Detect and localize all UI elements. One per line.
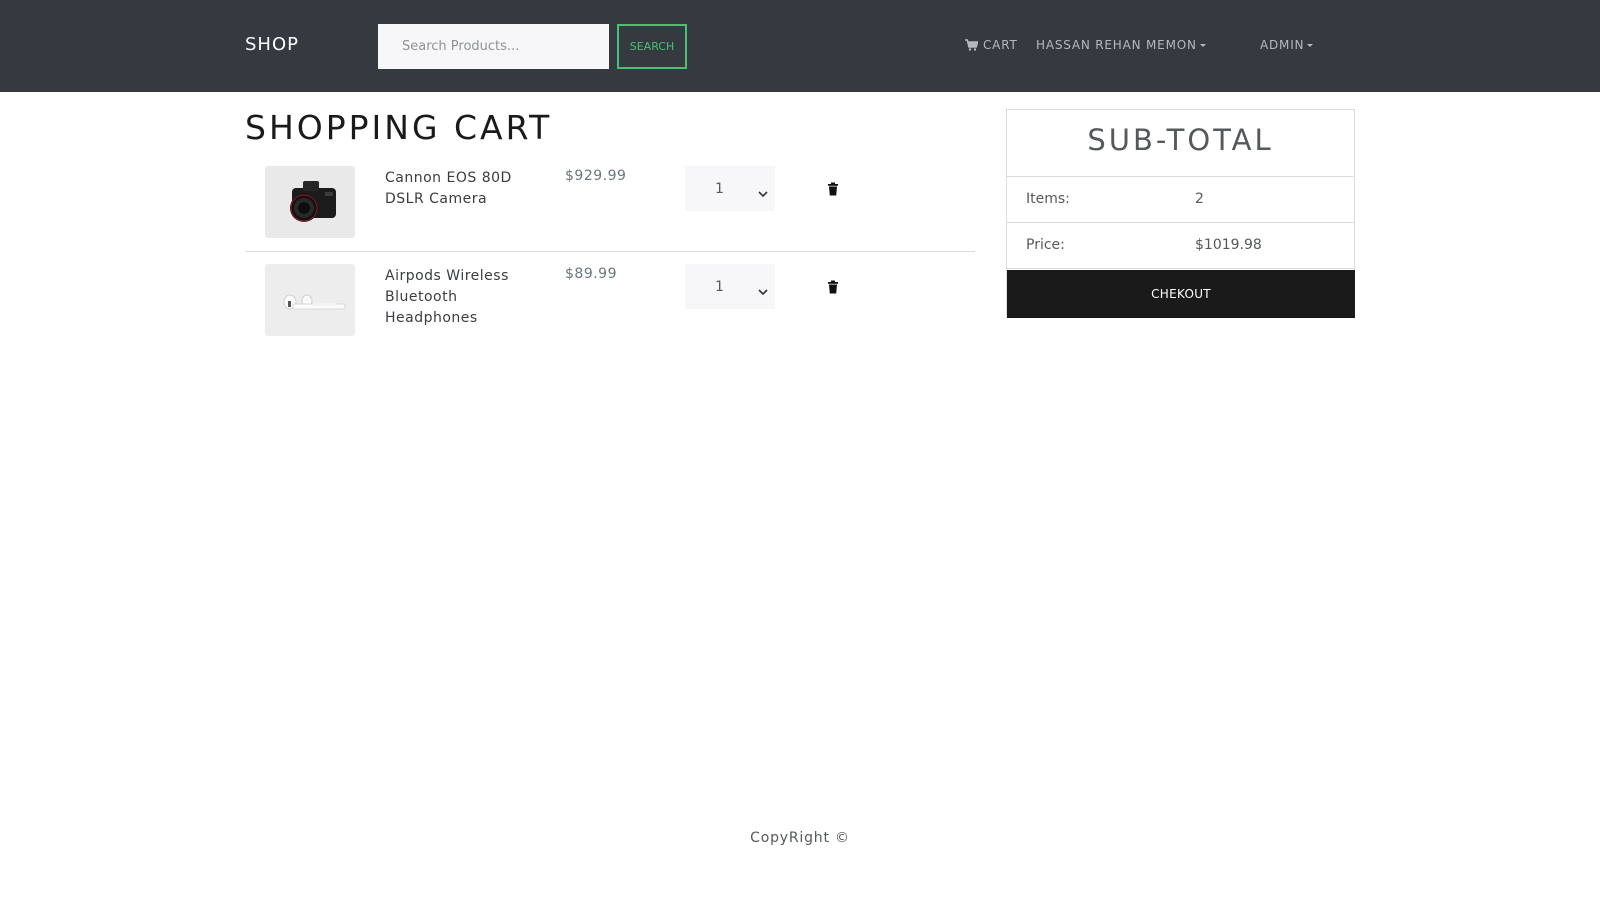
items-count: 2 <box>1195 191 1204 207</box>
product-image-camera[interactable] <box>265 166 355 238</box>
page-title: SHOPPING CART <box>245 108 553 147</box>
price-label: Price: <box>1026 237 1065 253</box>
items-label: Items: <box>1026 191 1070 207</box>
caret-down-icon <box>1307 43 1314 47</box>
cart-link-label: CART <box>983 38 1018 52</box>
product-price: $89.99 <box>565 266 617 282</box>
summary-items-row: Items: 2 <box>1007 177 1354 223</box>
caret-down-icon <box>1199 43 1206 47</box>
total-price: $1019.98 <box>1195 237 1262 253</box>
brand-logo[interactable]: SHOP <box>245 34 299 55</box>
chevron-down-icon <box>757 183 769 202</box>
subtotal-card: SUB-TOTAL Items: 2 Price: $1019.98 CHEKO… <box>1006 109 1355 318</box>
trash-icon[interactable] <box>827 279 839 298</box>
user-menu-label: HASSAN REHAN MEMON <box>1036 38 1197 52</box>
quantity-value: 1 <box>715 278 724 295</box>
cart-item-row: Airpods Wireless Bluetooth Headphones $8… <box>245 264 975 344</box>
search-button[interactable]: SEARCH <box>617 24 687 69</box>
admin-menu-dropdown[interactable]: ADMIN <box>1260 38 1314 52</box>
quantity-value: 1 <box>715 180 724 197</box>
trash-icon[interactable] <box>827 181 839 200</box>
product-name-link[interactable]: Airpods Wireless Bluetooth Headphones <box>385 266 535 329</box>
quantity-select[interactable]: 1 <box>685 264 775 309</box>
cart-item-row: Cannon EOS 80D DSLR Camera $929.99 1 <box>245 166 975 252</box>
product-image-airpods[interactable] <box>265 264 355 336</box>
product-price: $929.99 <box>565 168 627 184</box>
checkout-button[interactable]: CHEKOUT <box>1007 270 1355 318</box>
subtotal-title: SUB-TOTAL <box>1007 110 1354 177</box>
chevron-down-icon <box>757 281 769 300</box>
shopping-cart-icon <box>965 39 978 51</box>
user-menu-dropdown[interactable]: HASSAN REHAN MEMON <box>1036 38 1206 52</box>
summary-price-row: Price: $1019.98 <box>1007 223 1354 269</box>
search-input[interactable] <box>378 24 609 69</box>
quantity-select[interactable]: 1 <box>685 166 775 211</box>
footer-copyright: CopyRight © <box>750 830 850 846</box>
cart-link[interactable]: CART <box>965 38 1018 52</box>
navbar: SHOP SEARCH CART HASSAN REHAN MEMON ADMI… <box>0 0 1600 92</box>
admin-menu-label: ADMIN <box>1260 38 1305 52</box>
product-name-link[interactable]: Cannon EOS 80D DSLR Camera <box>385 168 535 210</box>
